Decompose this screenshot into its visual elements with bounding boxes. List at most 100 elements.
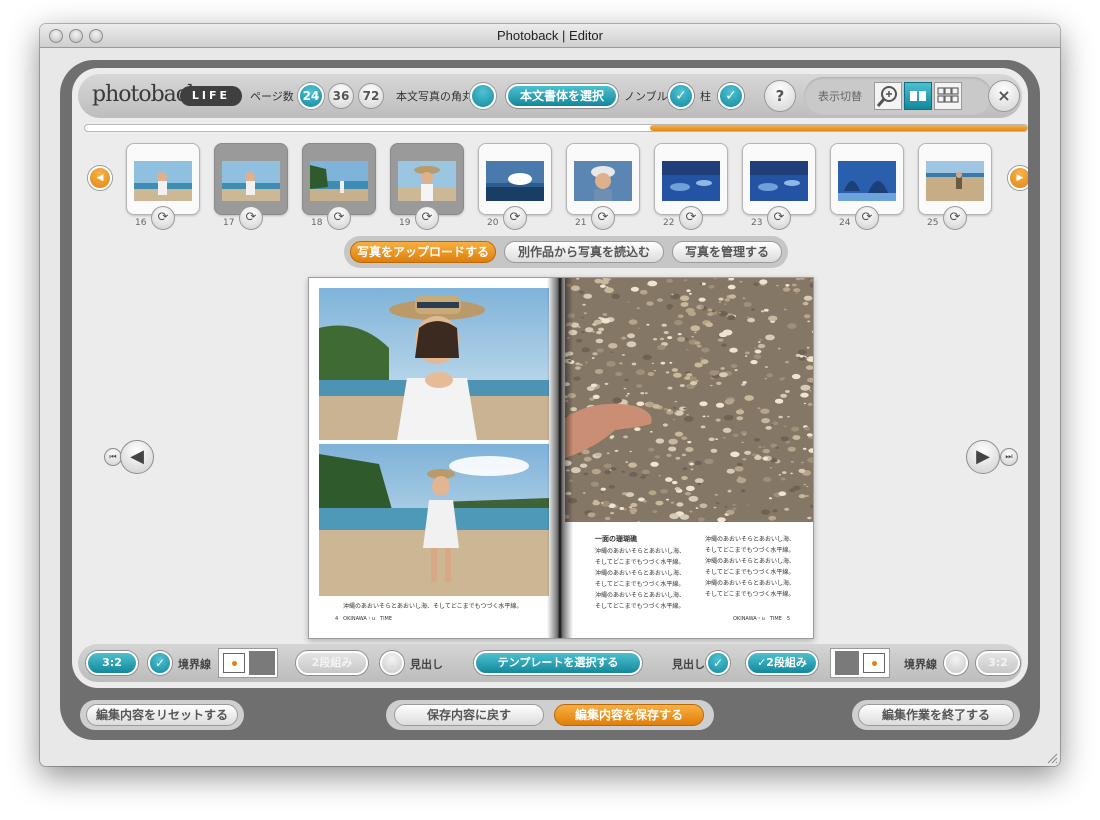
thumbnail-number: 21 (575, 218, 587, 228)
thumbnail-number: 18 (311, 218, 323, 228)
rotate-icon[interactable]: ⟳ (415, 206, 439, 230)
rotate-icon[interactable]: ⟳ (591, 206, 615, 230)
view-switch-label: 表示切替 (818, 90, 862, 103)
thumbnail-image (222, 161, 280, 201)
right-ratio-toggle[interactable]: 3:2 (976, 651, 1020, 675)
photo-thumbnail[interactable]: 16 ⟳ (126, 143, 200, 230)
save-edits-button[interactable]: 編集内容を保存する (554, 704, 704, 726)
right-heading: 一面の珊瑚礁 (595, 535, 637, 543)
play-right-icon: ▶ (976, 446, 990, 467)
photo-thumbnail[interactable]: 24 ⟳ (830, 143, 904, 230)
rotate-icon[interactable]: ⟳ (327, 206, 351, 230)
right-border-checkbox[interactable] (944, 651, 968, 675)
thumbnails-prev-button[interactable]: ◀ (88, 166, 112, 190)
import-photos-button[interactable]: 別作品から写真を読込む (504, 241, 664, 263)
next-page-button[interactable]: ▶ (966, 440, 1000, 474)
photo-thumbnail[interactable]: 19 ⟳ (390, 143, 464, 230)
left-two-column-toggle[interactable]: 2段組み (296, 651, 368, 675)
resize-grip-icon[interactable] (1046, 752, 1058, 764)
thumbnail-number: 24 (839, 218, 851, 228)
thumbnail-image (662, 161, 720, 201)
grid-icon (937, 87, 959, 103)
magnifier-icon (876, 86, 897, 107)
spread-view-button[interactable] (904, 82, 932, 110)
right-folio: OKINAWA・u TIME 5 (733, 616, 791, 622)
zoom-view-button[interactable] (874, 82, 902, 110)
thumbnail-number: 23 (751, 218, 763, 228)
last-page-button[interactable]: ⏭ (1000, 448, 1018, 466)
two-page-icon (910, 91, 926, 101)
check-icon: ✓ (154, 656, 166, 670)
rotate-icon[interactable]: ⟳ (767, 206, 791, 230)
triangle-left-icon: ◀ (96, 173, 104, 183)
check-icon: ✓ (712, 656, 724, 670)
thumbnail-image (926, 161, 984, 201)
page-spread: 沖縄のあおいそらとあおいし海、そしてどこまでもつづく水平線。 4 OKINAWA… (308, 277, 814, 639)
hashira-checkbox[interactable]: ✓ (718, 83, 744, 109)
rotate-icon[interactable]: ⟳ (239, 206, 263, 230)
left-folio: 4 OKINAWA・u TIME (335, 616, 393, 622)
photo-thumbnail[interactable]: 20 ⟳ (478, 143, 552, 230)
left-border-checkbox[interactable]: ✓ (148, 651, 172, 675)
template-select-button[interactable]: テンプレートを選択する (474, 651, 642, 675)
prev-page-button[interactable]: ◀ (120, 440, 154, 474)
finish-editing-button[interactable]: 編集作業を終了する (858, 704, 1014, 726)
pages-72-button[interactable]: 72 (358, 83, 384, 109)
reset-edits-button[interactable]: 編集内容をリセットする (86, 704, 238, 726)
help-button[interactable]: ? (764, 80, 796, 112)
finish-group: 編集作業を終了する (852, 700, 1020, 730)
photo-thumbnail[interactable]: 23 ⟳ (742, 143, 816, 230)
thumbnail-number: 25 (927, 218, 939, 228)
photo-thumbnail[interactable]: 21 ⟳ (566, 143, 640, 230)
right-page-photo[interactable] (565, 278, 814, 522)
page-count-label: ページ数 (250, 90, 294, 103)
triangle-right-icon: ▶ (1016, 173, 1024, 183)
save-group: 保存内容に戻す 編集内容を保存する (386, 700, 714, 730)
left-heading-checkbox[interactable] (380, 651, 404, 675)
right-heading-checkbox[interactable]: ✓ (706, 651, 730, 675)
left-page-photo-top[interactable] (319, 288, 549, 440)
left-page-photo-bottom[interactable] (319, 444, 549, 596)
left-layout-preview[interactable] (218, 648, 278, 678)
top-toolbar: photoback® LIFE ページ数 24 36 72 本文写真の角丸 本文… (78, 74, 1022, 118)
rotate-icon[interactable]: ⟳ (855, 206, 879, 230)
thumbnail-number: 19 (399, 218, 411, 228)
photo-thumbnail[interactable]: 18 ⟳ (302, 143, 376, 230)
thumbnail-number: 22 (663, 218, 675, 228)
rounded-corners-toggle[interactable] (470, 83, 496, 109)
thumbnails-next-button[interactable]: ▶ (1008, 166, 1028, 190)
skip-back-icon: ⏮ (109, 452, 117, 461)
rotate-icon[interactable]: ⟳ (503, 206, 527, 230)
rotate-icon[interactable]: ⟳ (943, 206, 967, 230)
thumbnail-image (398, 161, 456, 201)
right-two-column-toggle[interactable]: ✓2段組み (746, 651, 818, 675)
skip-forward-icon: ⏭ (1005, 452, 1013, 461)
font-select-button[interactable]: 本文書体を選択 (506, 84, 618, 108)
thumbnail-image (134, 161, 192, 201)
right-text-column-1: 沖縄のあおいそらとあおいし海、そしてどこまでもつづく水平線。沖縄のあおいそらとあ… (595, 548, 686, 610)
close-editor-button[interactable]: × (988, 80, 1020, 112)
left-ratio-toggle[interactable]: 3:2 (86, 651, 138, 675)
pages-24-button[interactable]: 24 (298, 83, 324, 109)
rotate-icon[interactable]: ⟳ (151, 206, 175, 230)
grid-view-button[interactable] (934, 82, 962, 110)
pages-36-button[interactable]: 36 (328, 83, 354, 109)
right-layout-preview[interactable] (830, 648, 890, 678)
thumbnail-number: 16 (135, 218, 147, 228)
photo-actions-group: 写真をアップロードする 別作品から写真を読込む 写真を管理する (344, 236, 788, 268)
nombre-label: ノンブル (624, 90, 668, 103)
app-window: Photoback | Editor photoback® LIFE ページ数 … (40, 24, 1060, 766)
spread-gutter (547, 278, 573, 638)
manage-photos-button[interactable]: 写真を管理する (672, 241, 782, 263)
edition-badge: LIFE (180, 86, 242, 106)
check-icon: ✓ (725, 88, 737, 104)
title-bar: Photoback | Editor (40, 24, 1060, 48)
progress-fill (650, 125, 1027, 131)
photo-thumbnail[interactable]: 22 ⟳ (654, 143, 728, 230)
photo-thumbnail[interactable]: 17 ⟳ (214, 143, 288, 230)
rotate-icon[interactable]: ⟳ (679, 206, 703, 230)
photo-thumbnail[interactable]: 25 ⟳ (918, 143, 992, 230)
revert-to-saved-button[interactable]: 保存内容に戻す (394, 704, 544, 726)
upload-photos-button[interactable]: 写真をアップロードする (350, 241, 496, 263)
nombre-checkbox[interactable]: ✓ (668, 83, 694, 109)
